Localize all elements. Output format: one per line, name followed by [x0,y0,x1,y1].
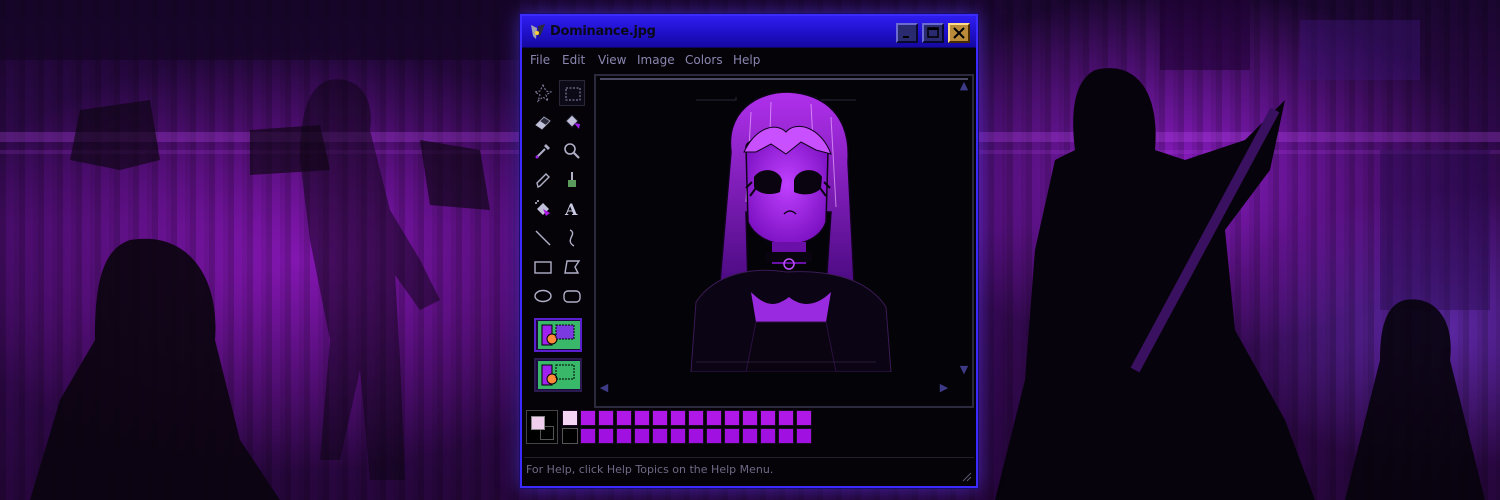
tool-eraser[interactable] [530,109,556,135]
text-icon: A [564,200,578,219]
palette-swatch[interactable] [580,428,596,444]
tool-color-picker[interactable] [530,138,556,164]
status-bar-text: For Help, click Help Topics on the Help … [526,463,774,476]
palette-swatch[interactable] [670,428,686,444]
scroll-left-arrow-icon[interactable]: ◀ [598,382,610,394]
ellipse-icon [534,289,552,303]
tool-option-opaque[interactable] [534,318,582,352]
menu-file[interactable]: File [530,53,550,67]
palette-swatch[interactable] [670,410,686,426]
paint-app-icon [531,24,545,39]
palette-swatch[interactable] [706,428,722,444]
palette-swatch[interactable] [742,410,758,426]
anime-girl-artwork [690,92,892,372]
rect-select-icon [565,87,581,101]
window-title: Dominance.jpg [550,24,656,39]
free-form-select-icon [533,83,553,103]
palette-swatch[interactable] [796,410,812,426]
palette-swatch[interactable] [796,428,812,444]
tool-pencil[interactable] [530,167,556,193]
palette-swatch[interactable] [706,410,722,426]
palette-swatch[interactable] [598,410,614,426]
text-tool-glyph: A [564,200,578,219]
palette-swatch[interactable] [580,410,596,426]
color-palette [526,410,976,458]
pencil-icon [536,173,550,189]
menu-bar: File Edit View Image Colors Help [522,49,976,71]
palette-swatch[interactable] [562,428,578,444]
paint-window: Dominance.jpg File Edit View Image Color… [520,14,978,488]
palette-swatch[interactable] [724,410,740,426]
menu-help[interactable]: Help [733,53,760,67]
fill-bucket-icon [565,114,580,129]
eraser-icon [535,116,551,130]
maximize-button[interactable] [922,23,944,43]
palette-swatch[interactable] [616,410,632,426]
curve-icon [569,229,575,247]
palette-swatch[interactable] [778,410,794,426]
palette-swatch[interactable] [724,428,740,444]
polygon-icon [564,260,581,274]
tool-rounded-rect[interactable] [559,283,585,309]
rounded-rect-icon [563,290,581,303]
tool-free-form-select[interactable] [530,80,556,106]
background-figures-right [995,68,1485,500]
palette-swatch[interactable] [688,410,704,426]
tool-fill[interactable] [559,109,585,135]
tool-airbrush[interactable] [530,196,556,222]
minimize-icon [903,36,909,38]
line-icon [535,230,551,246]
scroll-down-arrow-icon[interactable]: ▼ [958,364,970,376]
tool-brush[interactable] [559,167,585,193]
tool-curve[interactable] [559,225,585,251]
palette-swatch[interactable] [562,410,578,426]
palette-swatch[interactable] [616,428,632,444]
airbrush-icon [535,200,550,216]
palette-swatch[interactable] [634,410,650,426]
tool-magnifier[interactable] [559,138,585,164]
menu-view[interactable]: View [598,53,626,67]
close-button[interactable] [948,23,970,43]
palette-swatch[interactable] [688,428,704,444]
palette-swatch[interactable] [598,428,614,444]
palette-swatch[interactable] [778,428,794,444]
tool-ellipse[interactable] [530,283,556,309]
rectangle-icon [534,261,552,274]
tool-rect-select[interactable] [559,80,585,106]
drawing-canvas[interactable]: ▲ ▼ ◀ ▶ [594,74,974,408]
tool-option-transparent[interactable] [534,358,582,392]
palette-swatch[interactable] [760,410,776,426]
tool-polygon[interactable] [559,254,585,280]
scroll-up-arrow-icon[interactable]: ▲ [958,80,970,92]
current-colors[interactable] [526,410,558,444]
menu-colors[interactable]: Colors [685,53,723,67]
transparent-mode-icon [538,361,580,389]
palette-swatch[interactable] [760,428,776,444]
close-icon [953,27,965,39]
maximize-icon [927,27,939,38]
color-picker-icon [535,144,550,159]
minimize-button[interactable] [896,23,918,43]
menu-edit[interactable]: Edit [562,53,585,67]
canvas-ruler [600,78,968,80]
title-bar[interactable]: Dominance.jpg [522,16,976,48]
palette-swatch[interactable] [742,428,758,444]
background-figures-left [30,79,490,500]
brush-icon [568,172,576,187]
palette-swatch[interactable] [634,428,650,444]
tool-text[interactable]: A [559,196,585,222]
tool-rectangle[interactable] [530,254,556,280]
opaque-mode-icon [538,321,580,349]
tool-line[interactable] [530,225,556,251]
resize-grip-icon[interactable] [960,470,972,482]
palette-swatch[interactable] [652,428,668,444]
magnifier-icon [564,143,580,159]
palette-swatch[interactable] [652,410,668,426]
scroll-right-arrow-icon[interactable]: ▶ [938,382,950,394]
foreground-color-swatch[interactable] [531,416,545,430]
status-divider [524,457,974,458]
menu-image[interactable]: Image [637,53,675,67]
toolbox: A [526,76,590,406]
